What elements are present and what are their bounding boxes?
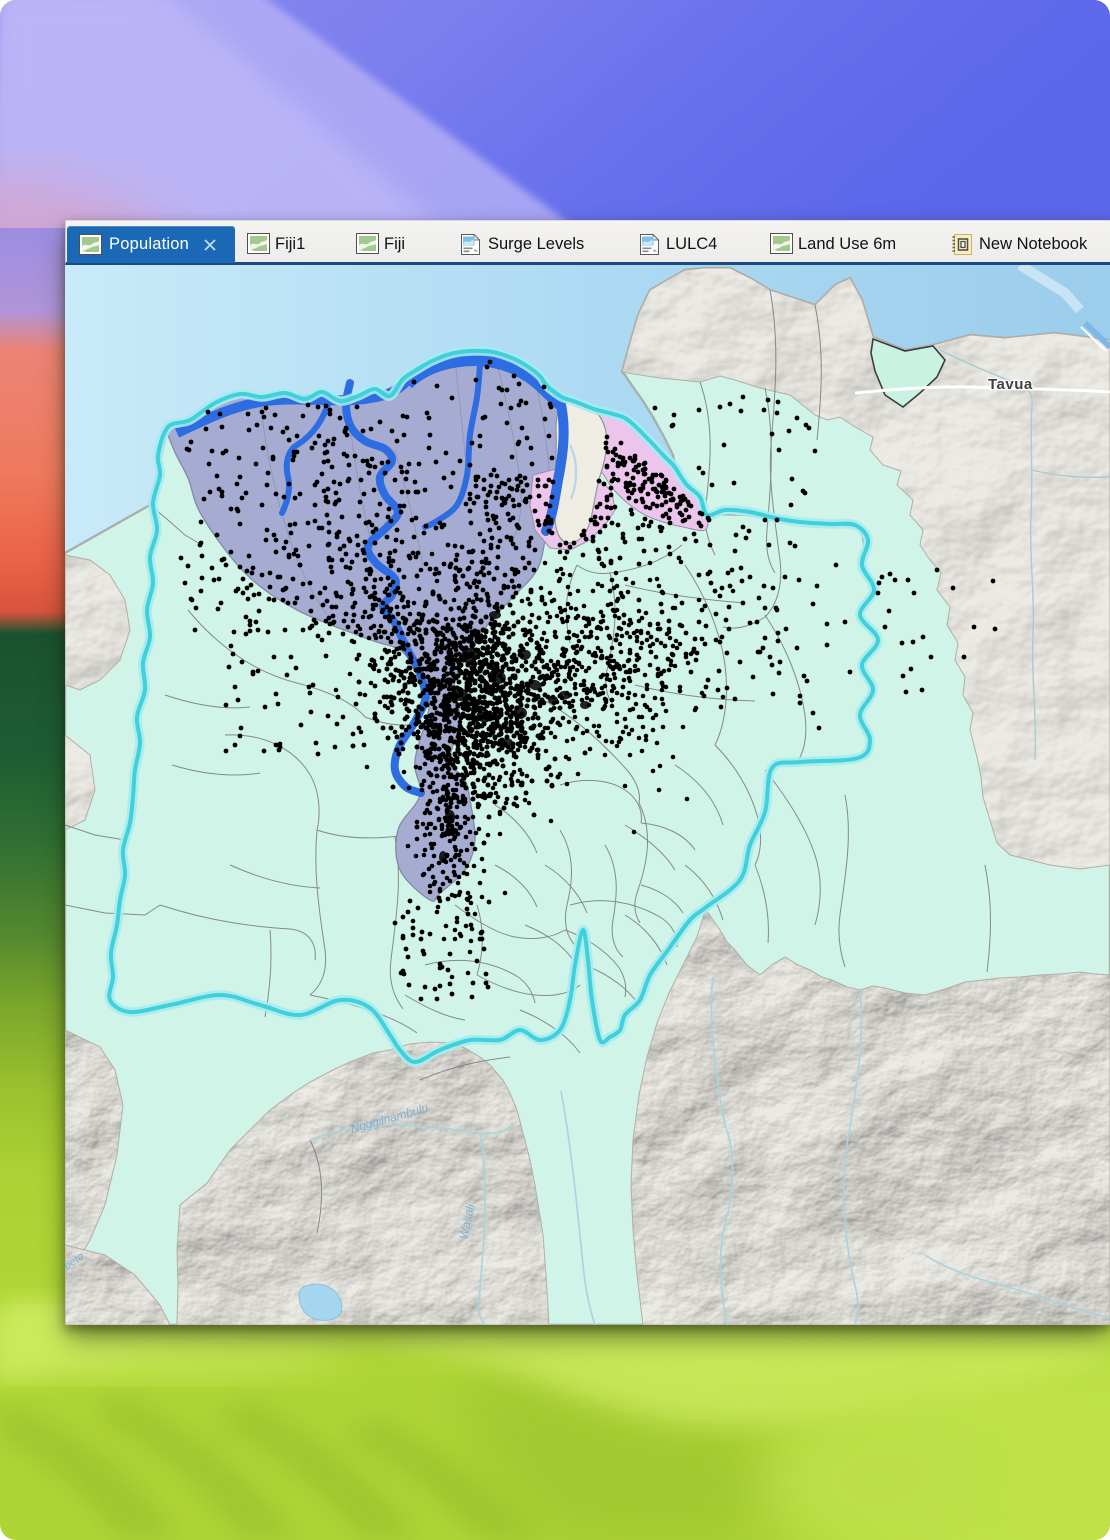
svg-text:Tavua: Tavua xyxy=(988,376,1033,393)
